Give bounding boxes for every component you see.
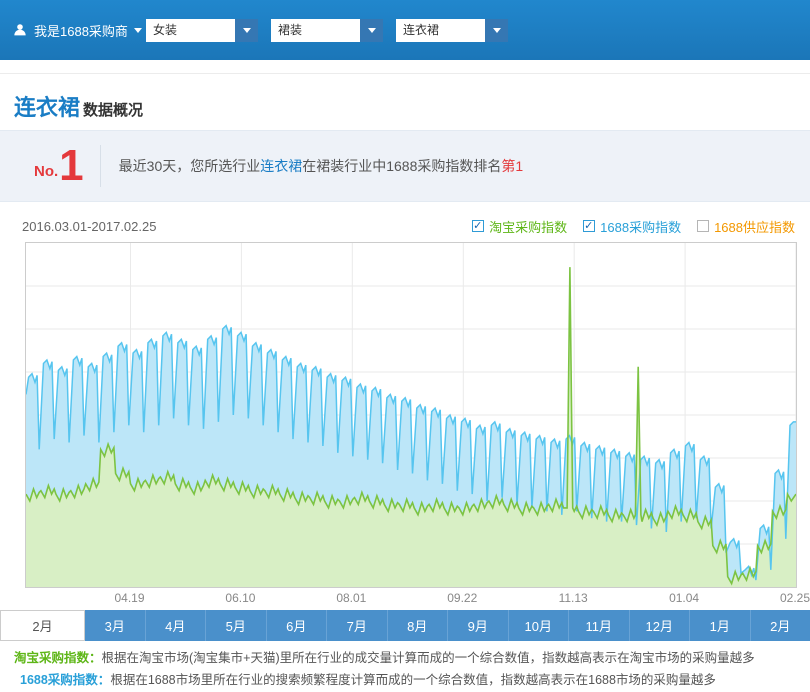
rank-label: 第1: [501, 158, 523, 174]
legend-item-taobao-purchase[interactable]: 淘宝采购指数: [472, 217, 567, 236]
month-tab[interactable]: 1月: [689, 610, 750, 641]
topbar: 我是1688采购商 女装 裙装 连衣裙: [0, 0, 810, 60]
chart-header: 2016.03.01-2017.02.25 淘宝采购指数 1688采购指数 16…: [0, 216, 810, 236]
checkbox-icon[interactable]: [583, 220, 595, 232]
date-range: 2016.03.01-2017.02.25: [22, 219, 156, 234]
month-tab-current[interactable]: 2月: [0, 610, 85, 641]
trend-chart-canvas: [26, 243, 796, 587]
month-tab[interactable]: 6月: [266, 610, 327, 641]
month-selector: 2月 3月 4月 5月 6月 7月 8月 9月 10月 11月 12月 1月 2…: [0, 610, 810, 641]
user-icon: [12, 22, 28, 38]
category-select-level3[interactable]: 连衣裙: [396, 19, 508, 42]
select-value: 连衣裙: [396, 19, 485, 42]
select-value: 裙装: [271, 19, 360, 42]
title-suffix: 数据概况: [83, 102, 143, 119]
legend-label: 1688供应指数: [714, 217, 795, 236]
user-menu[interactable]: 我是1688采购商: [12, 21, 146, 40]
footnotes: 淘宝采购指数：根据在淘宝市场(淘宝集市+天猫)里所在行业的成交量计算而成的一个综…: [0, 647, 810, 691]
caret-down-icon: [134, 28, 142, 33]
month-tab[interactable]: 11月: [568, 610, 629, 641]
month-tab[interactable]: 3月: [85, 610, 145, 641]
note-taobao-index: 淘宝采购指数：根据在淘宝市场(淘宝集市+天猫)里所在行业的成交量计算而成的一个综…: [14, 647, 810, 669]
keyword-title: 连衣裙: [14, 95, 80, 120]
page-title: 连衣裙数据概况: [0, 74, 810, 118]
note-label: 1688采购指数：: [20, 673, 110, 687]
legend-label: 1688采购指数: [600, 217, 681, 236]
rank-text-before: 最近30天，您所选行业: [119, 158, 261, 174]
month-tab[interactable]: 10月: [508, 610, 569, 641]
month-tab[interactable]: 8月: [387, 610, 448, 641]
checkbox-icon[interactable]: [472, 220, 484, 232]
rank-text-middle: 在裙装行业中1688采购指数排名: [302, 158, 501, 174]
dropdown-button[interactable]: [360, 19, 383, 42]
page: 我是1688采购商 女装 裙装 连衣裙 连衣裙数据概况 No.1 最近30天，您…: [0, 0, 810, 692]
dropdown-button[interactable]: [235, 19, 258, 42]
user-label: 我是1688采购商: [34, 21, 128, 40]
x-axis-label: 06.10: [225, 591, 255, 605]
legend-label: 淘宝采购指数: [489, 217, 567, 236]
month-tab[interactable]: 4月: [145, 610, 206, 641]
x-axis-label: 08.01: [336, 591, 366, 605]
month-tab[interactable]: 12月: [629, 610, 690, 641]
dropdown-button[interactable]: [485, 19, 508, 42]
legend-item-1688-purchase[interactable]: 1688采购指数: [583, 217, 681, 236]
chart-legend: 淘宝采购指数 1688采购指数 1688供应指数: [472, 217, 795, 236]
category-select-level1[interactable]: 女装: [146, 19, 258, 42]
category-select-level2[interactable]: 裙装: [271, 19, 383, 42]
month-tab[interactable]: 5月: [205, 610, 266, 641]
x-axis-label: 09.22: [447, 591, 477, 605]
checkbox-icon[interactable]: [697, 220, 709, 232]
note-text: 根据在1688市场里所在行业的搜索频繁程度计算而成的一个综合数值，指数越高表示在…: [110, 673, 716, 687]
legend-item-1688-supply[interactable]: 1688供应指数: [697, 217, 795, 236]
divider: [100, 145, 101, 187]
rank-banner: No.1 最近30天，您所选行业连衣裙在裙装行业中1688采购指数排名第1: [0, 130, 810, 202]
trend-chart: [25, 242, 797, 588]
note-text: 根据在淘宝市场(淘宝集市+天猫)里所在行业的成交量计算而成的一个综合数值，指数越…: [102, 651, 755, 665]
rank-no-label: No.: [34, 163, 58, 180]
x-axis-label: 01.04: [669, 591, 699, 605]
month-tab[interactable]: 9月: [447, 610, 508, 641]
rank-value: 1: [59, 147, 83, 184]
rank-keyword: 连衣裙: [260, 158, 302, 174]
caret-down-icon: [243, 28, 251, 33]
note-label: 淘宝采购指数：: [14, 651, 102, 665]
caret-down-icon: [493, 28, 501, 33]
select-value: 女装: [146, 19, 235, 42]
month-tab[interactable]: 7月: [326, 610, 387, 641]
rank-description: 最近30天，您所选行业连衣裙在裙装行业中1688采购指数排名第1: [119, 156, 524, 176]
note-1688-index: 1688采购指数：根据在1688市场里所在行业的搜索频繁程度计算而成的一个综合数…: [14, 669, 810, 691]
caret-down-icon: [368, 28, 376, 33]
month-tab[interactable]: 2月: [750, 610, 810, 641]
x-axis: 04.19 06.10 08.01 09.22 11.13 01.04 02.25: [0, 588, 810, 608]
x-axis-label: 11.13: [559, 591, 588, 605]
rank-number: No.1: [34, 147, 84, 184]
x-axis-label: 02.25: [780, 591, 810, 605]
x-axis-label: 04.19: [114, 591, 144, 605]
